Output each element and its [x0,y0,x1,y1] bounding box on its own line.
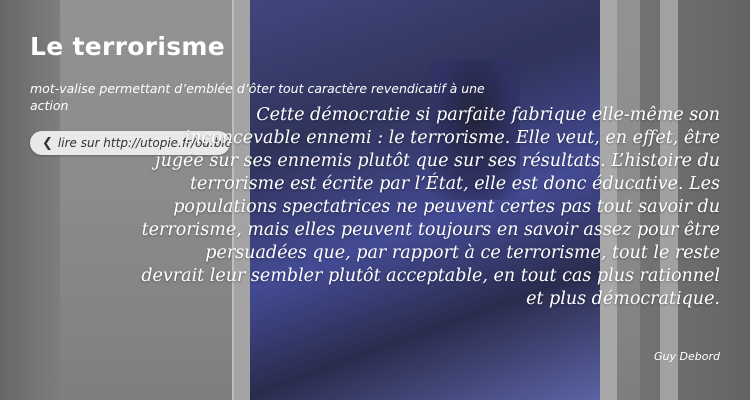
page-title: Le terrorisme [30,32,226,61]
quote-author: Guy Debord [654,350,720,363]
quote-text: Cette démocratie si parfaite fabrique el… [141,105,720,309]
chevron-left-icon: ❮ [42,135,53,151]
